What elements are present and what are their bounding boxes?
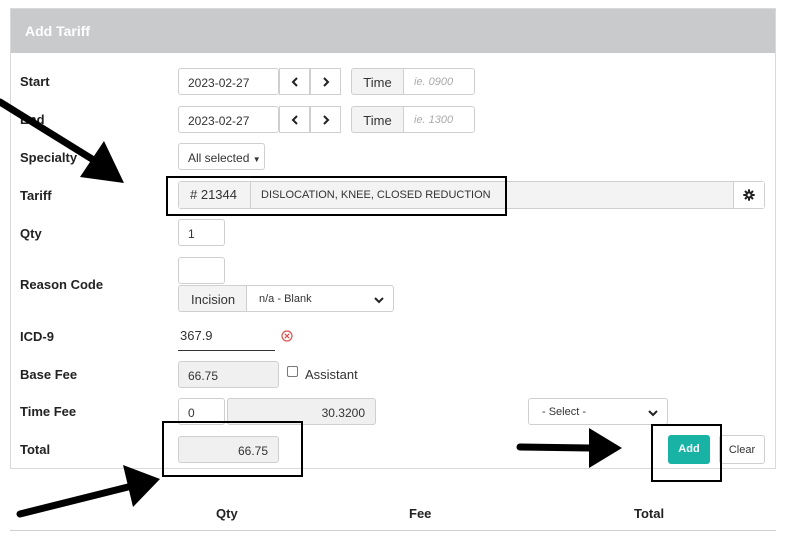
assistant-label: Assistant [305,367,358,382]
end-date-input[interactable]: 2023-02-27 [178,106,279,133]
table-header-fee: Fee [409,506,432,521]
reason-code-input[interactable] [178,257,225,284]
chevron-left-icon [291,76,298,87]
specialty-label: Specialty [20,150,78,165]
time-fee-select[interactable]: - Select - [528,398,668,425]
start-next-day-button[interactable] [310,68,341,95]
reason-code-select[interactable]: n/a - Blank [246,285,394,312]
table-header-qty: Qty [216,506,238,521]
arrow-to-total [16,465,160,518]
table-divider [10,530,776,531]
tariff-label: Tariff [20,188,52,203]
icd9-label: ICD-9 [20,329,54,344]
end-label: End [20,112,45,127]
qty-input[interactable]: 1 [178,219,225,246]
start-prev-day-button[interactable] [279,68,310,95]
chevron-right-icon [322,114,329,125]
panel-title: Add Tariff [11,9,775,53]
chevron-down-icon [648,410,658,417]
add-highlight-box [651,424,722,482]
chevron-down-icon [374,297,384,304]
caret-down-icon: ▼ [252,155,261,164]
clear-button[interactable]: Clear [719,435,765,464]
icd9-input[interactable]: 367.9 [178,323,275,351]
gear-icon [743,189,755,201]
assistant-checkbox[interactable] [287,366,298,377]
start-date-input[interactable]: 2023-02-27 [178,68,279,95]
total-label: Total [20,442,51,457]
base-fee-label: Base Fee [20,367,78,382]
reason-code-label: Reason Code [20,277,104,292]
chevron-left-icon [291,114,298,125]
start-time-label: Time [351,68,404,95]
reason-code-category: Incision [178,285,247,312]
end-next-day-button[interactable] [310,106,341,133]
end-time-label: Time [351,106,404,133]
reason-code-group: Incision n/a - Blank [178,285,394,312]
end-prev-day-button[interactable] [279,106,310,133]
time-fee-selected: - Select - [542,406,587,418]
clear-icd9-icon[interactable] [281,330,293,342]
start-time-input[interactable]: ie. 0900 [403,68,475,95]
chevron-right-icon [322,76,329,87]
end-time-input[interactable]: ie. 1300 [403,106,475,133]
reason-code-selected: n/a - Blank [259,293,312,305]
specialty-selected: All selected [188,151,250,165]
tariff-settings-button[interactable] [733,182,764,208]
qty-label: Qty [20,226,42,241]
base-fee-input: 66.75 [178,361,279,388]
specialty-dropdown[interactable]: All selected ▼ [178,143,265,170]
time-fee-label: Time Fee [20,404,77,419]
total-highlight-box [162,421,303,477]
tariff-highlight-box [166,176,507,216]
table-header-total: Total [634,506,665,521]
start-label: Start [20,74,50,89]
